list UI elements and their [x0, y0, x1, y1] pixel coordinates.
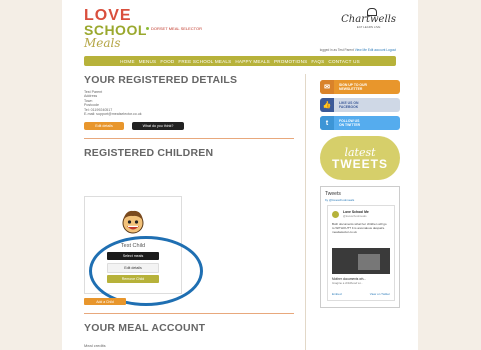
region-selector-label: DORSET MEAL SELECTOR — [151, 26, 203, 31]
tweets-label: TWEETS — [332, 156, 388, 171]
logo-meals: Meals — [84, 36, 121, 50]
tweets-widget-by[interactable]: by @loveschoolmeals — [325, 198, 354, 202]
facebook-line2: FACEBOOK — [339, 105, 359, 109]
tweet-body: Both documents what her children will go… — [332, 222, 387, 234]
add-child-button[interactable]: Add a Child — [84, 298, 126, 305]
brand-tagline: EAT LEARN LIVE — [356, 25, 381, 29]
thumbs-up-icon: 👍 — [320, 98, 334, 112]
nav-item-contact-us[interactable]: CONTACT US — [328, 59, 359, 64]
region-selector[interactable]: DORSET MEAL SELECTOR — [146, 26, 202, 31]
newsletter-signup-button[interactable]: ✉ SIGN UP TO OUR NEWSLETTER — [320, 80, 400, 94]
nav-item-menus[interactable]: MENUS — [139, 59, 157, 64]
nav-item-food[interactable]: FOOD — [160, 59, 174, 64]
logout-link[interactable]: Logout — [386, 48, 396, 52]
newsletter-line2: NEWSLETTER — [339, 87, 363, 91]
feedback-button[interactable]: What do you think? — [132, 122, 184, 131]
location-pin-icon — [146, 27, 149, 31]
tweet-image-inset — [358, 254, 380, 270]
nav-item-faqs[interactable]: FAQS — [311, 59, 324, 64]
login-status-text: logged in as Test Parent — [319, 48, 354, 52]
view-me-link[interactable]: View Me — [355, 48, 367, 52]
twitter-line2: ON TWITTER — [339, 123, 361, 127]
registered-details: Test Parent Address Town Postcode Tel: 0… — [84, 90, 294, 116]
love-school-meals-logo[interactable]: LOVE SCHOOL Meals — [84, 8, 147, 50]
tweets-widget-footer: Embed View on Twitter — [332, 292, 390, 296]
view-on-twitter-link[interactable]: View on Twitter — [370, 292, 390, 296]
tweets-widget: Tweets by @loveschoolmeals Love School M… — [320, 186, 400, 308]
logo-school: SCHOOL — [84, 22, 147, 38]
registered-children-title: REGISTERED CHILDREN — [84, 147, 214, 160]
twitter-button[interactable]: t FOLLOW US ON TWITTER — [320, 116, 400, 130]
child-avatar-icon — [122, 210, 144, 234]
highlight-ellipse — [89, 236, 203, 306]
tweets-widget-title: Tweets — [325, 191, 341, 197]
registered-details-title: YOUR REGISTERED DETAILS — [84, 74, 238, 86]
tweet-card[interactable]: Love School Me @loveschoolmeals Both doc… — [327, 205, 395, 301]
section-divider-2 — [84, 313, 294, 314]
main-nav: HOME MENUS FOOD FREE SCHOOL MEALS HAPPY … — [84, 56, 396, 66]
details-actions: Edit details What do you think? — [84, 122, 294, 131]
nav-item-free-school-meals[interactable]: FREE SCHOOL MEALS — [178, 59, 231, 64]
meal-account-subtitle: Meal credits — [84, 343, 106, 348]
detail-email: E-mail: support@mealselector.co.uk — [84, 112, 142, 117]
section-divider — [84, 138, 294, 140]
twitter-label: FOLLOW US ON TWITTER — [334, 119, 360, 127]
newsletter-label: SIGN UP TO OUR NEWSLETTER — [334, 83, 367, 91]
tweet-avatar — [332, 211, 339, 218]
twitter-bird-icon: t — [320, 116, 334, 130]
nav-item-happy-meals[interactable]: HAPPY MEALS — [235, 59, 270, 64]
sidebar: ✉ SIGN UP TO OUR NEWSLETTER 👍 LIKE US ON F… — [320, 80, 400, 308]
nav-item-promotions[interactable]: PROMOTIONS — [274, 59, 307, 64]
nav-item-home[interactable]: HOME — [120, 59, 135, 64]
envelope-icon: ✉ — [320, 80, 334, 94]
tweet-handle[interactable]: @loveschoolmeals — [343, 214, 367, 218]
sidebar-divider — [305, 74, 306, 350]
page: LOVE SCHOOL Meals DORSET MEAL SELECTOR C… — [62, 0, 418, 350]
edit-details-button[interactable]: Edit details — [84, 122, 124, 131]
chef-hat-icon — [367, 8, 378, 16]
facebook-label: LIKE US ON FACEBOOK — [334, 101, 358, 109]
login-status: logged in as Test Parent View Me Edit ac… — [320, 48, 396, 52]
latest-tweets-badge: latest TWEETS — [320, 136, 400, 180]
facebook-button[interactable]: 👍 LIKE US ON FACEBOOK — [320, 98, 400, 112]
meal-account-title: YOUR MEAL ACCOUNT — [84, 322, 206, 334]
edit-account-link[interactable]: Edit account — [368, 48, 386, 52]
embed-link[interactable]: Embed — [332, 292, 342, 296]
main-content: YOUR REGISTERED DETAILS Test Parent Addr… — [84, 74, 294, 159]
tweet-caption-sub: Imagine a childhood wi... — [332, 281, 363, 285]
chartwells-logo[interactable]: Chartwells EAT LEARN LIVE — [341, 8, 396, 29]
